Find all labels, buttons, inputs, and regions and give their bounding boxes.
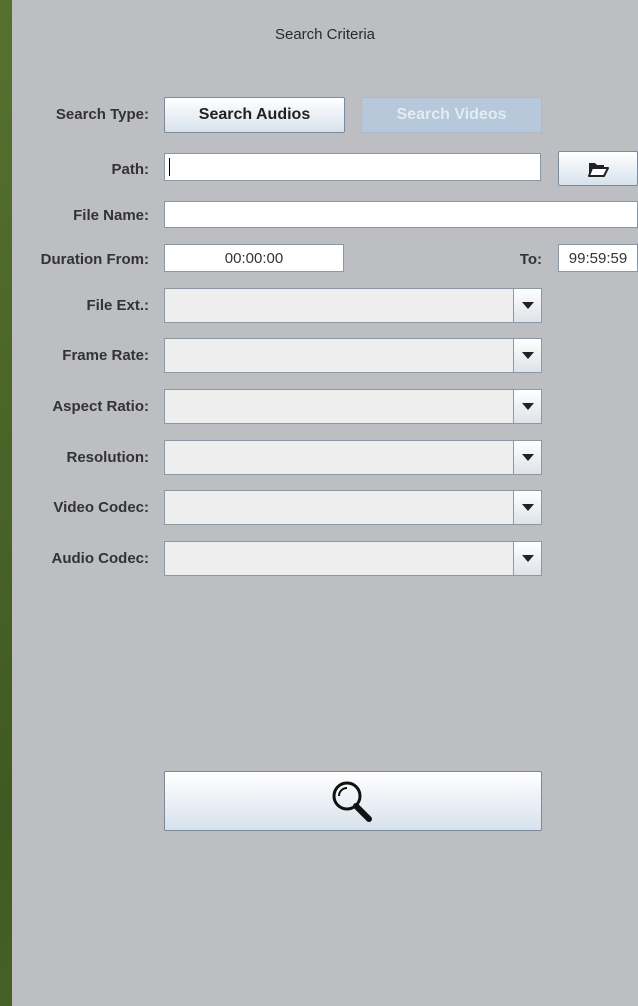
search-criteria-panel: Search Criteria Search Type: Search Audi…	[12, 0, 638, 1006]
file-name-input[interactable]	[164, 201, 638, 228]
search-button[interactable]	[164, 771, 542, 831]
magnifier-icon	[332, 781, 372, 822]
file-ext-dropdown[interactable]	[164, 288, 542, 323]
aspect-ratio-dropdown[interactable]	[164, 389, 542, 424]
aspect-ratio-label: Aspect Ratio:	[52, 398, 149, 415]
chevron-down-icon[interactable]	[513, 289, 541, 322]
chevron-down-icon[interactable]	[513, 339, 541, 372]
browse-button[interactable]	[558, 151, 638, 186]
resolution-dropdown[interactable]	[164, 440, 542, 475]
audio-codec-dropdown[interactable]	[164, 541, 542, 576]
duration-to-input[interactable]: 99:59:59	[558, 244, 638, 272]
folder-open-icon	[588, 162, 609, 177]
frame-rate-label: Frame Rate:	[62, 347, 149, 364]
search-type-label: Search Type:	[55, 106, 149, 123]
video-codec-dropdown[interactable]	[164, 490, 542, 525]
path-label: Path:	[111, 161, 150, 178]
search-audios-button[interactable]: Search Audios	[164, 97, 345, 133]
chevron-down-icon[interactable]	[513, 390, 541, 423]
file-ext-label: File Ext.:	[86, 297, 149, 314]
frame-rate-dropdown[interactable]	[164, 338, 542, 373]
duration-from-label: Duration From:	[40, 251, 149, 268]
resolution-label: Resolution:	[66, 449, 150, 466]
duration-to-label: To:	[519, 251, 542, 268]
search-videos-button[interactable]: Search Videos	[361, 97, 542, 133]
chevron-down-icon[interactable]	[513, 491, 541, 524]
audio-codec-label: Audio Codec:	[51, 550, 150, 567]
chevron-down-icon[interactable]	[513, 542, 541, 575]
video-codec-label: Video Codec:	[53, 499, 149, 516]
duration-from-input[interactable]: 00:00:00	[164, 244, 344, 272]
panel-title: Search Criteria	[274, 26, 376, 43]
text-cursor	[169, 158, 170, 176]
file-name-label: File Name:	[73, 207, 149, 224]
chevron-down-icon[interactable]	[513, 441, 541, 474]
path-input[interactable]	[164, 153, 541, 181]
